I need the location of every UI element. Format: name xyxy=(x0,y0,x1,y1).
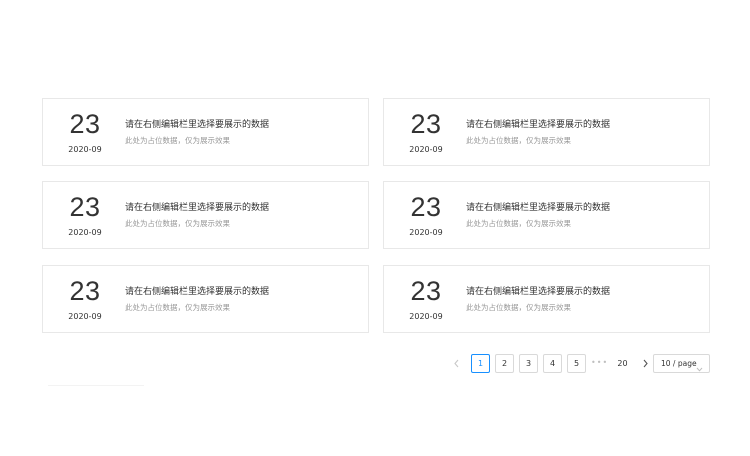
list-card[interactable]: 23 2020-09 请在右侧编辑栏里选择要展示的数据 此处为占位数据，仅为展示… xyxy=(383,265,710,333)
card-content: 请在右侧编辑栏里选择要展示的数据 此处为占位数据，仅为展示效果 xyxy=(466,202,696,229)
date-day: 23 xyxy=(410,109,442,139)
date-day: 23 xyxy=(410,276,442,306)
card-content: 请在右侧编辑栏里选择要展示的数据 此处为占位数据，仅为展示效果 xyxy=(125,119,355,146)
card-description: 此处为占位数据，仅为展示效果 xyxy=(125,303,230,312)
date-block: 23 2020-09 xyxy=(405,276,447,322)
page-item-last[interactable]: 20 xyxy=(613,354,632,373)
date-block: 23 2020-09 xyxy=(405,192,447,238)
card-content: 请在右侧编辑栏里选择要展示的数据 此处为占位数据，仅为展示效果 xyxy=(125,202,355,229)
list-card[interactable]: 23 2020-09 请在右侧编辑栏里选择要展示的数据 此处为占位数据，仅为展示… xyxy=(42,181,369,249)
date-block: 23 2020-09 xyxy=(64,192,106,238)
pagination: 1 2 3 4 5 ••• 20 xyxy=(447,354,655,373)
page-jump-next-ellipsis[interactable]: ••• xyxy=(591,354,608,373)
page-item-3[interactable]: 3 xyxy=(519,354,538,373)
card-description: 此处为占位数据，仅为展示效果 xyxy=(466,303,571,312)
card-description: 此处为占位数据，仅为展示效果 xyxy=(125,219,230,228)
list-card[interactable]: 23 2020-09 请在右侧编辑栏里选择要展示的数据 此处为占位数据，仅为展示… xyxy=(42,265,369,333)
page-size-value: 10 / page xyxy=(661,359,697,368)
card-description: 此处为占位数据，仅为展示效果 xyxy=(466,219,571,228)
page-item-2[interactable]: 2 xyxy=(495,354,514,373)
prev-page-button[interactable] xyxy=(447,354,466,373)
card-title: 请在右侧编辑栏里选择要展示的数据 xyxy=(125,287,270,297)
page-size-select[interactable]: 10 / page xyxy=(653,354,710,373)
date-block: 23 2020-09 xyxy=(64,276,106,322)
list-card[interactable]: 23 2020-09 请在右侧编辑栏里选择要展示的数据 此处为占位数据，仅为展示… xyxy=(383,98,710,166)
page: 23 2020-09 请在右侧编辑栏里选择要展示的数据 此处为占位数据，仅为展示… xyxy=(0,0,750,456)
card-content: 请在右侧编辑栏里选择要展示的数据 此处为占位数据，仅为展示效果 xyxy=(466,119,696,146)
card-description: 此处为占位数据，仅为展示效果 xyxy=(466,136,571,145)
page-item-1[interactable]: 1 xyxy=(471,354,490,373)
list-card[interactable]: 23 2020-09 请在右侧编辑栏里选择要展示的数据 此处为占位数据，仅为展示… xyxy=(383,181,710,249)
date-year-month: 2020-09 xyxy=(68,228,102,237)
card-title: 请在右侧编辑栏里选择要展示的数据 xyxy=(466,120,611,130)
page-item-5[interactable]: 5 xyxy=(567,354,586,373)
date-block: 23 2020-09 xyxy=(405,109,447,155)
date-year-month: 2020-09 xyxy=(68,312,102,321)
divider xyxy=(48,385,144,386)
card-content: 请在右侧编辑栏里选择要展示的数据 此处为占位数据，仅为展示效果 xyxy=(466,286,696,313)
card-description: 此处为占位数据，仅为展示效果 xyxy=(125,136,230,145)
date-year-month: 2020-09 xyxy=(409,228,443,237)
card-content: 请在右侧编辑栏里选择要展示的数据 此处为占位数据，仅为展示效果 xyxy=(125,286,355,313)
card-title: 请在右侧编辑栏里选择要展示的数据 xyxy=(466,203,611,213)
date-block: 23 2020-09 xyxy=(64,109,106,155)
card-title: 请在右侧编辑栏里选择要展示的数据 xyxy=(125,120,270,130)
date-year-month: 2020-09 xyxy=(68,145,102,154)
date-day: 23 xyxy=(69,192,101,222)
date-day: 23 xyxy=(69,276,101,306)
date-day: 23 xyxy=(410,192,442,222)
list-card[interactable]: 23 2020-09 请在右侧编辑栏里选择要展示的数据 此处为占位数据，仅为展示… xyxy=(42,98,369,166)
card-title: 请在右侧编辑栏里选择要展示的数据 xyxy=(125,203,270,213)
page-item-4[interactable]: 4 xyxy=(543,354,562,373)
card-title: 请在右侧编辑栏里选择要展示的数据 xyxy=(466,287,611,297)
date-day: 23 xyxy=(69,109,101,139)
chevron-right-icon xyxy=(642,359,649,368)
chevron-down-icon xyxy=(696,361,703,378)
date-year-month: 2020-09 xyxy=(409,145,443,154)
chevron-left-icon xyxy=(453,359,460,368)
date-year-month: 2020-09 xyxy=(409,312,443,321)
